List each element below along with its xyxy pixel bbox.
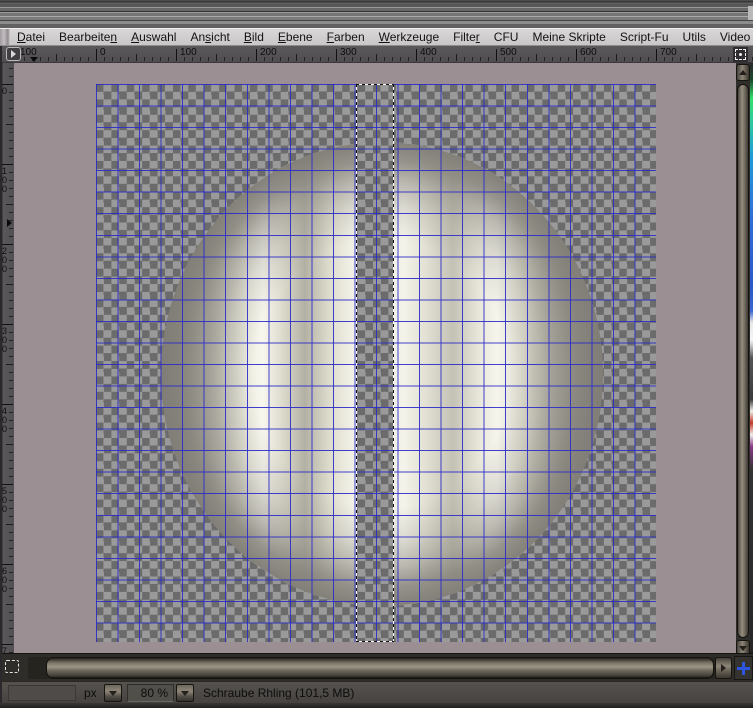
horizontal-scrollbar-thumb[interactable] [46, 657, 714, 679]
horizontal-ruler[interactable]: 1000100200300400500600700 [0, 46, 753, 63]
right-arrow-icon [721, 664, 726, 672]
zoom-dropdown-button[interactable] [176, 684, 194, 702]
menu-utils[interactable]: Utils [676, 29, 713, 45]
hruler-label: 200 [260, 47, 277, 58]
up-arrow-icon [739, 70, 747, 75]
hruler-label: 600 [580, 47, 597, 58]
menu-ebene[interactable]: Ebene [271, 29, 320, 45]
vruler-label: 400 [2, 407, 10, 434]
canvas-checkerboard[interactable] [96, 84, 656, 642]
menu-datei[interactable]: Datei [10, 29, 52, 45]
window-title-bar[interactable] [0, 0, 753, 28]
vruler-label: 300 [2, 327, 10, 354]
menu-bearbeiten[interactable]: Bearbeiten [52, 29, 124, 45]
document-title: Schraube Rhling (101,5 MB) [203, 686, 354, 700]
unit-dropdown-button[interactable] [104, 684, 122, 702]
gear-icon[interactable] [733, 47, 748, 62]
quick-mask-toggle-icon[interactable] [5, 660, 19, 673]
hruler-label: 0 [100, 47, 106, 58]
unit-label: px [84, 686, 97, 700]
menu-script-fu[interactable]: Script-Fu [613, 29, 676, 45]
menu-ansicht[interactable]: Ansicht [183, 29, 236, 45]
hruler-label: 100 [180, 47, 197, 58]
vertical-ruler[interactable]: 0100200300400500600700 [0, 63, 14, 653]
vertical-scrollbar[interactable] [736, 63, 750, 653]
selection-ants-top [356, 84, 394, 85]
right-triangle-icon [11, 50, 16, 58]
selection-ants-right [393, 84, 394, 642]
pan-cross-icon [736, 661, 751, 676]
menu-video[interactable]: Video [713, 29, 753, 45]
vruler-label: 0 [2, 87, 10, 96]
menu-auswahl[interactable]: Auswahl [124, 29, 183, 45]
menu-werkzeuge[interactable]: Werkzeuge [372, 29, 446, 45]
menubar: DateiBearbeitenAuswahlAnsichtBildEbeneFa… [0, 28, 753, 46]
menu-filter[interactable]: Filter [446, 29, 487, 45]
ruler-corner-menu-button[interactable] [6, 47, 21, 61]
pointer-position-marker-h [30, 57, 38, 62]
status-bar: px 80 % Schraube Rhling (101,5 MB) [0, 681, 753, 703]
menubar-items: DateiBearbeitenAuswahlAnsichtBildEbeneFa… [10, 29, 753, 45]
down-arrow-icon [739, 646, 747, 651]
window-bottom-edge [0, 703, 753, 708]
vruler-label: 200 [2, 247, 10, 274]
pointer-position-marker-v [7, 219, 12, 227]
menubar-grip [0, 29, 10, 45]
canvas-surround[interactable] [14, 63, 736, 653]
window-left-edge [0, 46, 2, 703]
navigation-button[interactable] [734, 656, 753, 680]
selection-ants-left [356, 84, 357, 642]
title-bar-corner [748, 6, 753, 20]
hruler-label: 300 [340, 47, 357, 58]
menu-cfu[interactable]: CFU [487, 29, 526, 45]
menu-meine-skripte[interactable]: Meine Skripte [525, 29, 612, 45]
zoom-level-field[interactable]: 80 % [127, 684, 174, 702]
cut-transparent-strip [357, 84, 394, 642]
horizontal-scrollbar-row [0, 653, 753, 681]
vruler-label: 600 [2, 567, 10, 594]
gimp-window: DateiBearbeitenAuswahlAnsichtBildEbeneFa… [0, 0, 753, 708]
menu-farben[interactable]: Farben [320, 29, 372, 45]
scroll-up-button[interactable] [736, 64, 750, 81]
vertical-scrollbar-thumb[interactable] [737, 84, 749, 638]
hruler-label: 500 [500, 47, 517, 58]
selection-ants-bottom [356, 641, 394, 642]
status-left-panel [8, 685, 76, 701]
dropdown-arrow-icon [109, 691, 117, 696]
scroll-right-button[interactable] [715, 657, 732, 679]
vruler-label: 500 [2, 487, 10, 514]
hruler-label: 700 [660, 47, 677, 58]
dropdown-arrow-icon [181, 691, 189, 696]
menu-bild[interactable]: Bild [237, 29, 271, 45]
vruler-label: 100 [2, 167, 10, 194]
main-area: 0100200300400500600700 [0, 63, 753, 653]
hruler-label: 400 [420, 47, 437, 58]
